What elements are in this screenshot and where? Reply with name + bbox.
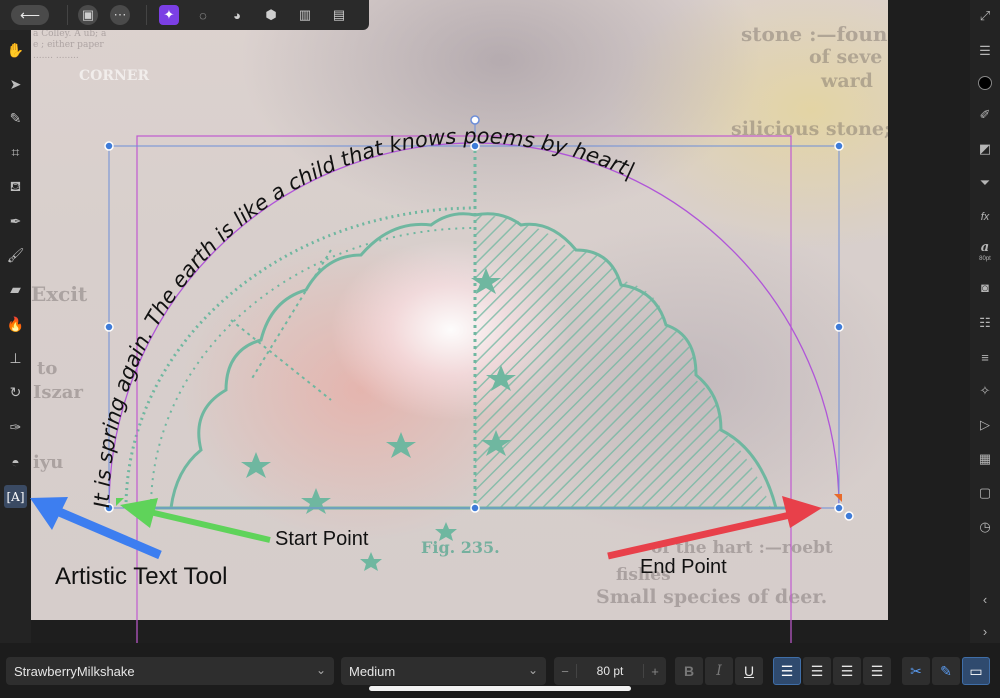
font-style-select[interactable]: Medium ⌄ (341, 657, 546, 685)
cut-button[interactable]: ✂ (902, 657, 930, 685)
align-right-button[interactable]: ☰ (833, 657, 861, 685)
annotation-layer (30, 496, 822, 560)
italic-button[interactable]: I (705, 657, 733, 685)
chevron-down-icon: ⌄ (527, 663, 538, 677)
red-arrow (607, 511, 791, 560)
edit-button[interactable]: ✎ (932, 657, 960, 685)
justify-icon: ☰ (870, 662, 884, 679)
chevron-down-icon: ⌄ (315, 663, 326, 677)
justify-button[interactable]: ☰ (863, 657, 891, 685)
scissors-icon: ✂ (910, 662, 922, 679)
increase-size-button[interactable]: + (644, 664, 666, 679)
home-indicator (369, 686, 631, 691)
text-frame-icon: ▭ (969, 662, 983, 679)
font-style-value: Medium (349, 663, 396, 679)
align-right-icon: ☰ (840, 662, 854, 679)
edit-icon: ✎ (940, 662, 952, 679)
green-arrow-head (120, 498, 158, 528)
font-size-stepper[interactable]: − 80 pt + (554, 657, 666, 685)
red-arrow-head (782, 496, 822, 528)
end-point-label: End Point (640, 556, 727, 578)
underline-button[interactable]: U (735, 657, 763, 685)
align-left-button[interactable]: ☰ (773, 657, 801, 685)
artistic-text-tool-label: Artistic Text Tool (55, 563, 228, 590)
align-center-button[interactable]: ☰ (803, 657, 831, 685)
app-window: ce, esp. an ama. a Colley. A ub; a e ; e… (0, 0, 1000, 698)
font-family-value: StrawberryMilkshake (14, 663, 135, 679)
align-left-icon: ☰ (780, 662, 794, 679)
text-frame-button[interactable]: ▭ (962, 657, 990, 685)
align-center-icon: ☰ (810, 662, 824, 679)
start-point-label: Start Point (275, 528, 369, 550)
bold-button[interactable]: B (675, 657, 703, 685)
font-family-select[interactable]: StrawberryMilkshake ⌄ (6, 657, 334, 685)
green-arrow (149, 509, 271, 543)
font-size-value[interactable]: 80 pt (576, 664, 644, 678)
decrease-size-button[interactable]: − (554, 664, 576, 679)
